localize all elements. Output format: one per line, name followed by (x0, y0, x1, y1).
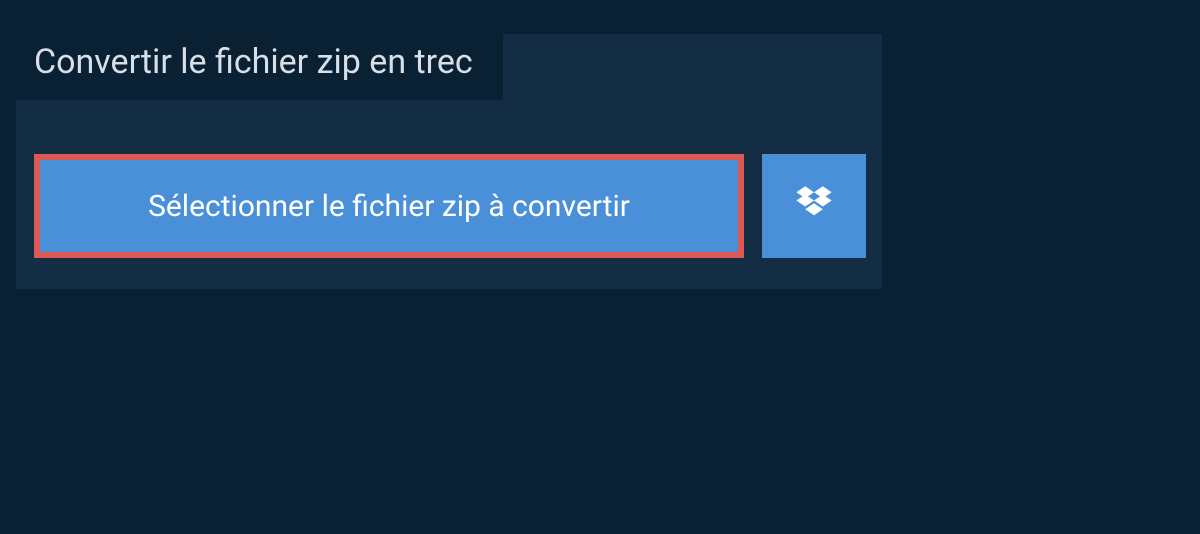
action-row: Sélectionner le fichier zip à convertir (34, 154, 866, 258)
dropbox-button[interactable] (762, 154, 866, 258)
page-title: Convertir le fichier zip en trec (16, 28, 503, 100)
select-file-button[interactable]: Sélectionner le fichier zip à convertir (34, 154, 744, 258)
dropbox-icon (792, 184, 836, 228)
select-file-label: Sélectionner le fichier zip à convertir (148, 189, 630, 224)
converter-panel: Convertir le fichier zip en trec Sélecti… (16, 34, 882, 289)
